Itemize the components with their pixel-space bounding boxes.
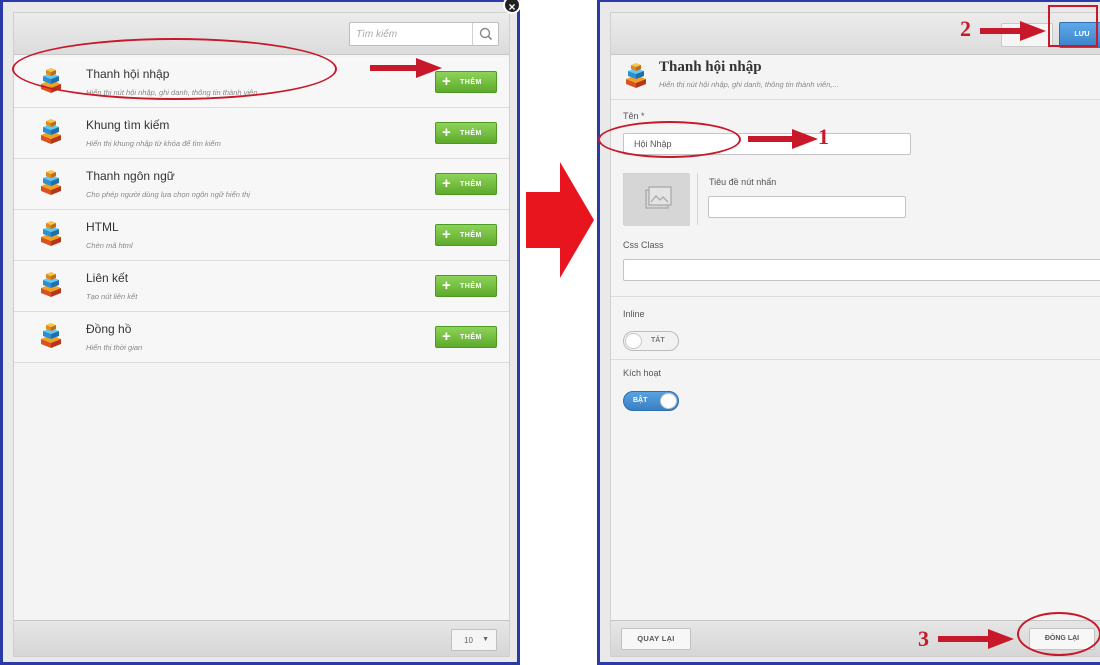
button-title-field[interactable]: [708, 196, 906, 218]
highlight-oval: [598, 121, 741, 158]
form-description: Hiển thị nút hội nhập, ghi danh, thông t…: [659, 80, 839, 89]
list-item[interactable]: Liên kết Tạo nút liên kết + THÊM: [14, 261, 509, 312]
css-class-field[interactable]: [623, 259, 1100, 281]
cube-stack-icon: [41, 221, 61, 246]
widget-title: HTML: [86, 220, 119, 234]
step-number: 3: [918, 626, 929, 651]
widget-list: Thanh hội nhập Hiển thị nút hội nhập, gh…: [14, 57, 509, 363]
css-class-label: Css Class: [623, 240, 664, 250]
add-widget-button[interactable]: + THÊM: [435, 326, 497, 348]
cube-stack-icon: [626, 63, 646, 88]
toggle-knob: [660, 393, 677, 409]
list-item[interactable]: Khung tìm kiếm Hiển thị khung nhập từ kh…: [14, 108, 509, 159]
name-label: Tên *: [623, 111, 645, 121]
add-widget-button[interactable]: + THÊM: [435, 122, 497, 144]
search-button[interactable]: [472, 23, 498, 45]
close-icon[interactable]: ×: [503, 0, 521, 14]
form-title: Thanh hội nhập: [659, 59, 762, 75]
add-widget-button[interactable]: + THÊM: [435, 224, 497, 246]
active-label: Kích hoạt: [623, 368, 662, 378]
widget-title: Đồng hồ: [86, 322, 132, 336]
pointer-arrow-icon: [938, 629, 1014, 649]
widget-description: Hiển thị khung nhập từ khóa để tìm kiếm: [86, 139, 221, 148]
step-number: 2: [960, 16, 971, 41]
add-widget-button[interactable]: + THÊM: [435, 71, 497, 93]
plus-icon: +: [442, 73, 452, 90]
plus-icon: +: [442, 124, 452, 141]
image-placeholder-icon: [645, 186, 672, 209]
widget-description: Cho phép người dùng lựa chọn ngôn ngữ hi…: [86, 190, 250, 199]
cube-stack-icon: [41, 170, 61, 195]
widget-description: Chèn mã html: [86, 241, 133, 250]
plus-icon: +: [442, 175, 452, 192]
divider: [611, 359, 1100, 360]
highlight-box: [1048, 5, 1098, 47]
search-icon: [479, 27, 493, 41]
widget-form-panel: LƯU Thanh hội nhập Hiển thị nút hội nhập…: [597, 0, 1100, 665]
widget-title: Thanh ngôn ngữ: [86, 169, 175, 183]
list-item[interactable]: Thanh ngôn ngữ Cho phép người dùng lựa c…: [14, 159, 509, 210]
widget-picker-body: Thanh hội nhập Hiển thị nút hội nhập, gh…: [13, 12, 510, 657]
widget-description: Tạo nút liên kết: [86, 292, 138, 301]
inline-toggle[interactable]: TẮT: [623, 331, 679, 351]
add-widget-button[interactable]: + THÊM: [435, 275, 497, 297]
big-right-arrow-icon: [526, 162, 594, 278]
widget-picker-panel: Thanh hội nhập Hiển thị nút hội nhập, gh…: [0, 0, 521, 665]
widget-title: Khung tìm kiếm: [86, 118, 170, 132]
toggle-state: BẬT: [633, 397, 648, 404]
step-number: 1: [818, 124, 829, 149]
button-title-label: Tiêu đề nút nhấn: [709, 177, 777, 187]
page-size-select[interactable]: 10 ▼: [451, 629, 497, 651]
widget-title: Liên kết: [86, 271, 129, 285]
toggle-knob: [625, 333, 642, 349]
divider: [611, 296, 1100, 297]
plus-icon: +: [442, 226, 452, 243]
caret-down-icon: ▼: [482, 636, 489, 643]
widget-description: Hiển thị thời gian: [86, 343, 143, 352]
pointer-arrow-icon: [980, 21, 1046, 41]
image-picker[interactable]: [623, 173, 690, 226]
widget-picker-footer: 10 ▼: [14, 620, 509, 656]
list-item[interactable]: HTML Chèn mã html + THÊM: [14, 210, 509, 261]
plus-icon: +: [442, 328, 452, 345]
search-input[interactable]: [350, 23, 472, 45]
divider: [611, 99, 1100, 100]
inline-label: Inline: [623, 309, 645, 319]
back-button[interactable]: QUAY LẠI: [621, 628, 691, 650]
pointer-arrow-icon: [370, 58, 442, 78]
pointer-arrow-icon: [748, 129, 818, 149]
cube-stack-icon: [41, 272, 61, 297]
divider: [697, 173, 698, 225]
highlight-oval: [1017, 612, 1100, 656]
toggle-state: TẮT: [651, 337, 665, 344]
widget-form-body: LƯU Thanh hội nhập Hiển thị nút hội nhập…: [610, 12, 1100, 657]
highlight-oval: [12, 38, 337, 100]
active-toggle[interactable]: BẬT: [623, 391, 679, 411]
add-widget-button[interactable]: + THÊM: [435, 173, 497, 195]
list-item[interactable]: Đồng hồ Hiển thị thời gian + THÊM: [14, 312, 509, 363]
cube-stack-icon: [41, 119, 61, 144]
plus-icon: +: [442, 277, 452, 294]
search-box: [349, 22, 499, 46]
cube-stack-icon: [41, 323, 61, 348]
